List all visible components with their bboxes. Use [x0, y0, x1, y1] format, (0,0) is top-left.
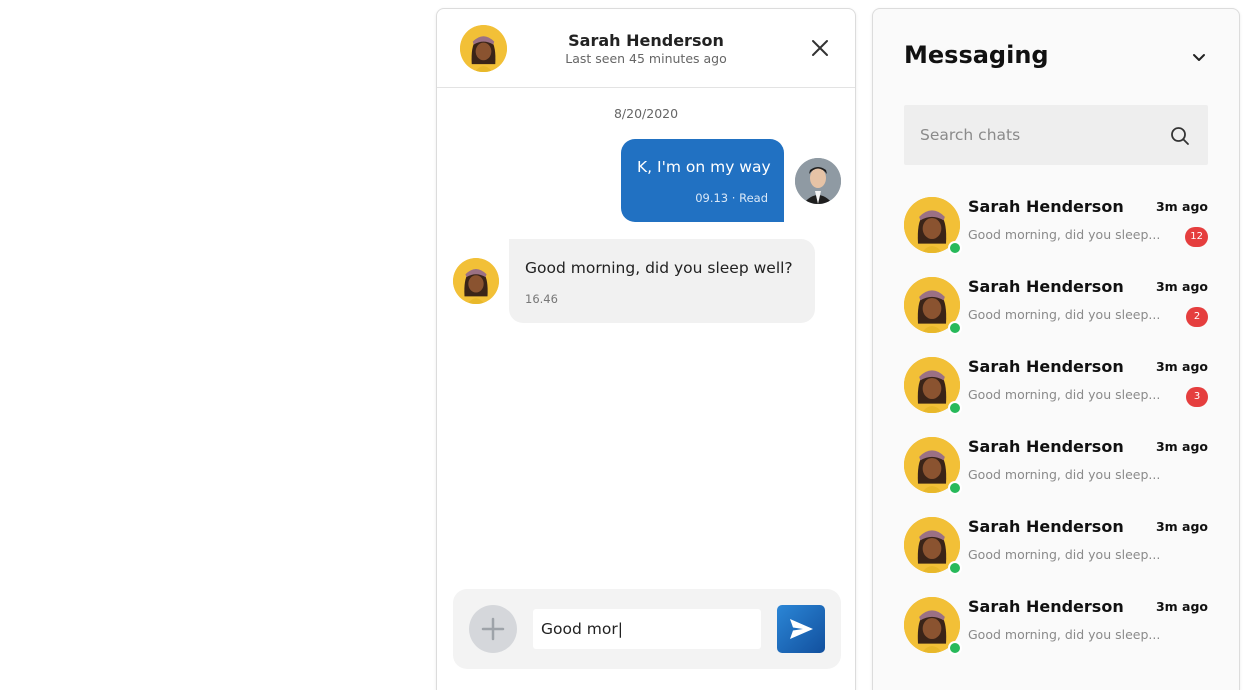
- unread-count-badge: 3: [1186, 387, 1208, 407]
- conversation-avatar: [904, 357, 962, 415]
- conversation-avatar: [904, 437, 962, 495]
- online-status-indicator: [948, 241, 962, 255]
- conversation-avatar: [904, 277, 962, 335]
- incoming-avatar-image: [453, 258, 499, 304]
- close-icon: [812, 40, 828, 56]
- conversation-item[interactable]: Sarah Henderson 3m ago Good morning, did y…: [904, 193, 1208, 273]
- conversation-time: 3m ago: [1155, 599, 1208, 614]
- conversation-name: Sarah Henderson: [968, 517, 1124, 536]
- conversation-avatar: [904, 597, 962, 655]
- search-icon[interactable]: [1170, 126, 1190, 146]
- online-status-indicator: [948, 321, 962, 335]
- conversation-avatar: [904, 197, 962, 255]
- message-text: K, I'm on my way: [637, 158, 771, 176]
- conversation-preview: Good morning, did you sleep...: [968, 547, 1161, 562]
- my-avatar-image: [795, 158, 841, 204]
- conversation-item[interactable]: Sarah Henderson 3m ago Good morning, did y…: [904, 593, 1208, 673]
- messaging-panel: Messaging Sarah Henderson 3m ago Good morn…: [872, 8, 1240, 690]
- chevron-down-icon: [1193, 54, 1205, 61]
- online-status-indicator: [948, 561, 962, 575]
- send-button[interactable]: [777, 605, 825, 653]
- conversation-name: Sarah Henderson: [968, 357, 1124, 376]
- date-separator: 8/20/2020: [613, 106, 679, 121]
- conversation-preview: Good morning, did you sleep...: [968, 227, 1161, 242]
- conversation-preview: Good morning, did you sleep...: [968, 387, 1161, 402]
- search-chats-input[interactable]: [904, 105, 1164, 165]
- incoming-message: Good morning, did you sleep well? 16.46: [509, 239, 815, 323]
- conversation-name: Sarah Henderson: [968, 597, 1124, 616]
- conversation-item[interactable]: Sarah Henderson 3m ago Good morning, did y…: [904, 353, 1208, 433]
- conversation-time: 3m ago: [1155, 199, 1208, 214]
- conversation-name: Sarah Henderson: [968, 277, 1124, 296]
- conversation-preview: Good morning, did you sleep...: [968, 627, 1161, 642]
- conversation-item[interactable]: Sarah Henderson 3m ago Good morning, did y…: [904, 433, 1208, 513]
- conversation-time: 3m ago: [1155, 439, 1208, 454]
- my-avatar: [795, 158, 841, 204]
- close-chat-button[interactable]: [811, 39, 829, 57]
- message-meta: 09.13 · Read: [695, 191, 768, 205]
- online-status-indicator: [948, 641, 962, 655]
- add-attachment-button[interactable]: [469, 605, 517, 653]
- collapse-panel-button[interactable]: [1191, 49, 1207, 65]
- search-chats-box: [904, 105, 1208, 165]
- chat-contact-name: Sarah Henderson: [568, 31, 724, 50]
- chat-header: Sarah Henderson Last seen 45 minutes ago: [437, 9, 855, 88]
- conversation-item[interactable]: Sarah Henderson 3m ago Good morning, did y…: [904, 513, 1208, 593]
- last-seen-status: Last seen 45 minutes ago: [565, 51, 727, 66]
- conversation-time: 3m ago: [1155, 519, 1208, 534]
- chat-window: Sarah Henderson Last seen 45 minutes ago…: [436, 8, 856, 690]
- send-icon: [790, 619, 813, 639]
- conversation-preview: Good morning, did you sleep...: [968, 307, 1161, 322]
- conversation-time: 3m ago: [1155, 359, 1208, 374]
- conversation-preview: Good morning, did you sleep...: [968, 467, 1161, 482]
- conversation-avatar: [904, 517, 962, 575]
- conversation-item[interactable]: Sarah Henderson 3m ago Good morning, did y…: [904, 273, 1208, 353]
- plus-icon: [481, 617, 505, 641]
- online-status-indicator: [948, 481, 962, 495]
- outgoing-message: K, I'm on my way 09.13 · Read: [621, 139, 784, 222]
- message-composer: [453, 589, 841, 669]
- message-input[interactable]: [533, 609, 761, 649]
- conversation-time: 3m ago: [1155, 279, 1208, 294]
- conversation-name: Sarah Henderson: [968, 437, 1124, 456]
- conversation-name: Sarah Henderson: [968, 197, 1124, 216]
- unread-count-badge: 2: [1186, 307, 1208, 327]
- message-text: Good morning, did you sleep well?: [525, 259, 793, 277]
- incoming-sender-avatar: [453, 258, 499, 304]
- unread-count-badge: 12: [1185, 227, 1208, 247]
- message-meta: 16.46: [525, 292, 558, 306]
- online-status-indicator: [948, 401, 962, 415]
- panel-title: Messaging: [904, 41, 1049, 69]
